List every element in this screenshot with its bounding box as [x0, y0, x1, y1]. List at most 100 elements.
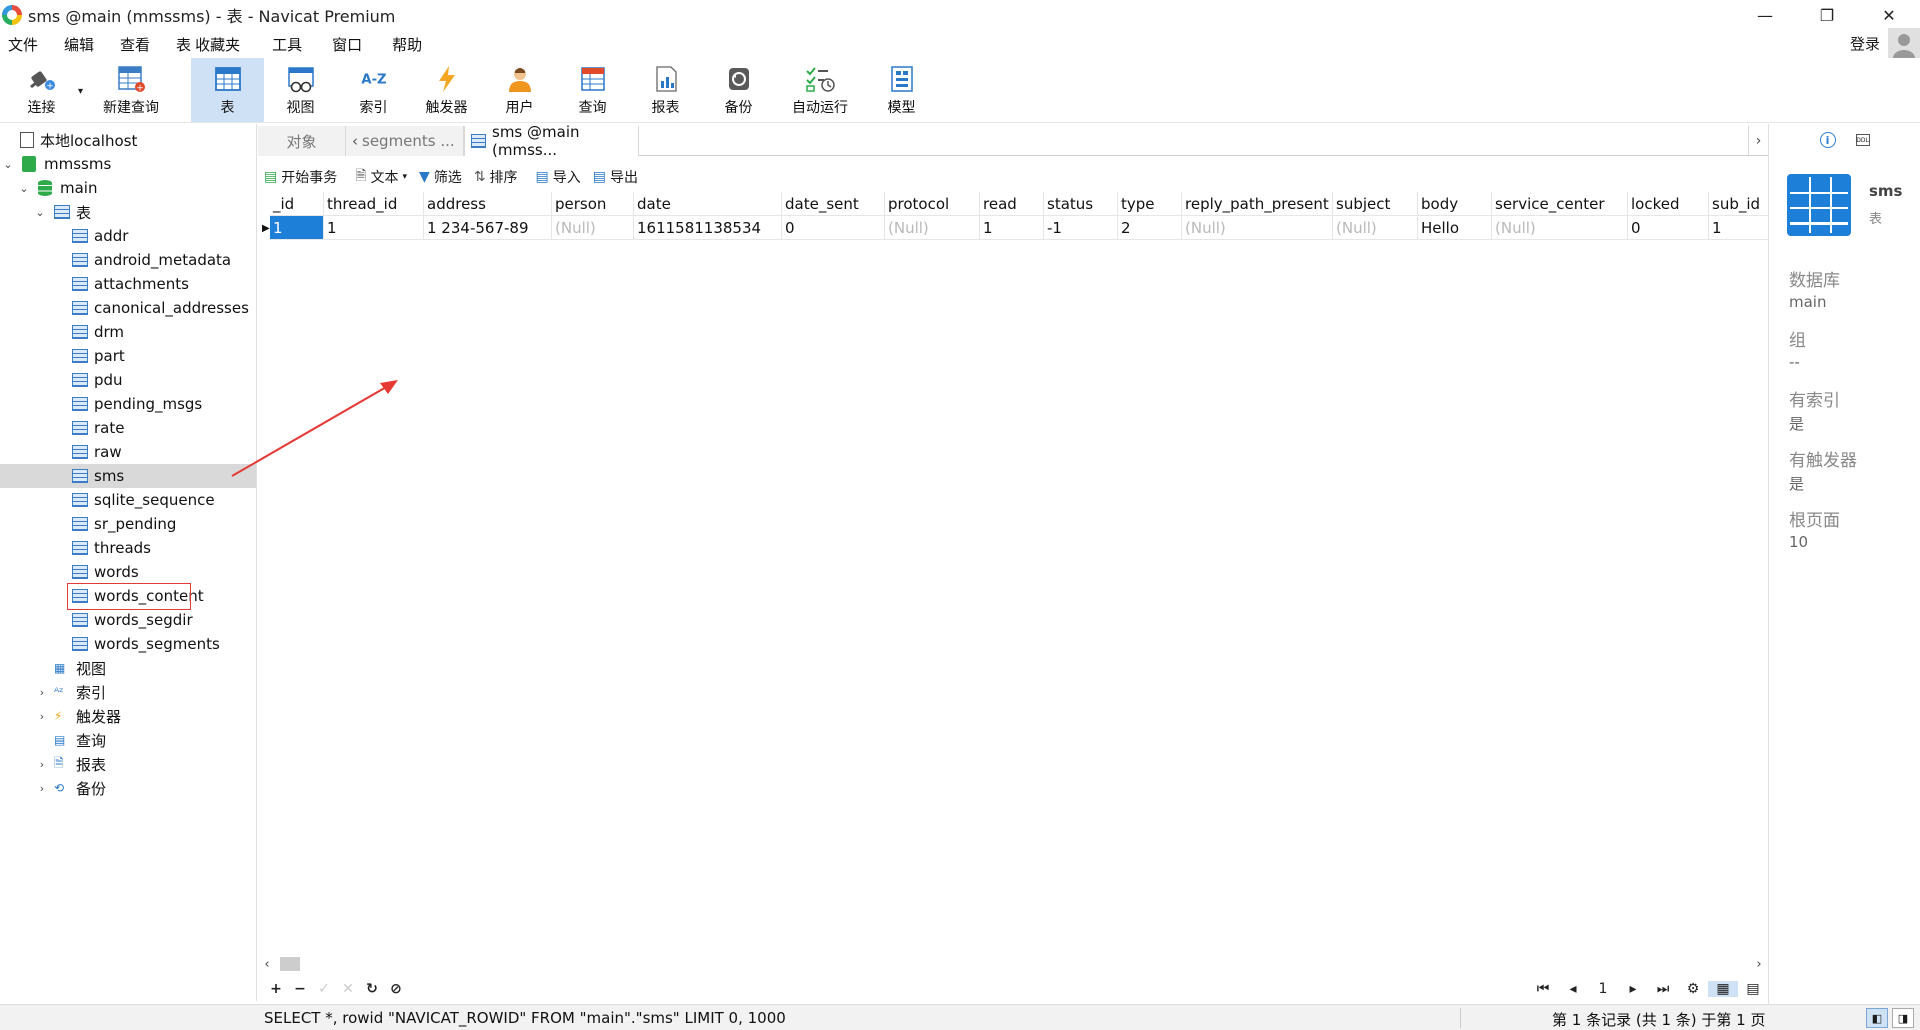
info-icon[interactable]: i: [1819, 132, 1836, 148]
chevron-down-icon[interactable]: ⌄: [2, 158, 14, 171]
refresh-icon[interactable]: ↻: [360, 981, 384, 997]
maximize-button[interactable]: ❐: [1796, 0, 1858, 30]
table-cell[interactable]: Hello: [1418, 216, 1492, 240]
chevron-right-icon[interactable]: ›: [36, 782, 48, 795]
minimize-button[interactable]: —: [1734, 0, 1796, 30]
tree-group-item[interactable]: › ⟲ 备份: [0, 776, 256, 800]
first-page-icon[interactable]: ⏮: [1528, 981, 1558, 997]
column-header[interactable]: date: [634, 192, 782, 216]
tree-group-item[interactable]: ▦ 视图: [0, 656, 256, 680]
chevron-right-icon[interactable]: ›: [36, 758, 48, 771]
table-cell[interactable]: 1: [980, 216, 1044, 240]
column-header[interactable]: subject: [1333, 192, 1418, 216]
tree-table-item[interactable]: sms: [0, 464, 256, 488]
tab-sms[interactable]: sms @main (mmss...: [464, 123, 639, 159]
tree-schema[interactable]: ⌄ main: [0, 176, 256, 200]
column-header[interactable]: type: [1118, 192, 1182, 216]
table-cell[interactable]: 1611581138534: [634, 216, 782, 240]
table-cell[interactable]: 2: [1118, 216, 1182, 240]
chevron-right-icon[interactable]: ›: [36, 710, 48, 723]
column-header[interactable]: service_center: [1492, 192, 1628, 216]
column-header[interactable]: address: [424, 192, 552, 216]
user-button[interactable]: 用户: [483, 58, 556, 122]
table-cell[interactable]: (Null): [1492, 216, 1628, 240]
tree-tables-group[interactable]: ⌄ 表: [0, 200, 256, 224]
tree-table-item[interactable]: words_segments: [0, 632, 256, 656]
tree-group-item[interactable]: › 🗎 报表: [0, 752, 256, 776]
grid-view-icon[interactable]: ▦: [1708, 981, 1738, 997]
menu-file[interactable]: 文件: [0, 34, 48, 55]
connect-dropdown-icon[interactable]: ▾: [78, 58, 86, 122]
table-cell[interactable]: (Null): [885, 216, 980, 240]
column-header[interactable]: sub_id: [1709, 192, 1769, 216]
column-header[interactable]: status: [1044, 192, 1118, 216]
table-cell[interactable]: (Null): [552, 216, 634, 240]
tree-table-item[interactable]: android_metadata: [0, 248, 256, 272]
menu-window[interactable]: 窗口: [324, 34, 372, 55]
tree-table-item[interactable]: canonical_addresses: [0, 296, 256, 320]
trigger-button[interactable]: 触发器: [410, 58, 483, 122]
table-cell[interactable]: (Null): [1333, 216, 1418, 240]
report-button[interactable]: 报表: [629, 58, 702, 122]
next-page-icon[interactable]: ▸: [1618, 981, 1648, 997]
tree-group-item[interactable]: › ⚡ 触发器: [0, 704, 256, 728]
filter-button[interactable]: ▼ 筛选: [419, 167, 462, 187]
tree-table-item[interactable]: pending_msgs: [0, 392, 256, 416]
horizontal-scrollbar[interactable]: ‹ ›: [258, 955, 1768, 973]
toggle-left-pane-icon[interactable]: ◧: [1866, 1008, 1888, 1028]
menu-tools[interactable]: 工具: [264, 34, 312, 55]
automation-button[interactable]: 自动运行: [775, 58, 865, 122]
scroll-right-icon[interactable]: ›: [1750, 955, 1768, 973]
column-header[interactable]: date_sent: [782, 192, 885, 216]
tree-table-item[interactable]: pdu: [0, 368, 256, 392]
login-link[interactable]: 登录: [1850, 33, 1880, 54]
chevron-down-icon[interactable]: ⌄: [18, 182, 30, 195]
table-cell[interactable]: 1: [324, 216, 424, 240]
close-button[interactable]: ✕: [1858, 0, 1920, 30]
add-record-icon[interactable]: +: [264, 981, 288, 997]
sort-button[interactable]: ⇅ 排序: [474, 167, 518, 187]
delete-record-icon[interactable]: −: [288, 981, 312, 997]
chevron-down-icon[interactable]: ⌄: [34, 206, 46, 219]
table-cell[interactable]: 0: [782, 216, 885, 240]
menu-table[interactable]: 表: [168, 34, 195, 55]
tree-table-item[interactable]: addr: [0, 224, 256, 248]
menu-help[interactable]: 帮助: [384, 34, 432, 55]
index-button[interactable]: A-Z 索引: [337, 58, 410, 122]
tree-table-item[interactable]: rate: [0, 416, 256, 440]
previous-page-icon[interactable]: ◂: [1558, 981, 1588, 997]
column-header[interactable]: _id: [270, 192, 324, 216]
table-cell[interactable]: 1: [1709, 216, 1769, 240]
table-button[interactable]: 表: [191, 58, 264, 122]
menu-view[interactable]: 查看: [112, 34, 160, 55]
tree-table-item[interactable]: raw: [0, 440, 256, 464]
column-header[interactable]: read: [980, 192, 1044, 216]
table-cell[interactable]: 0: [1628, 216, 1709, 240]
view-button[interactable]: 视图: [264, 58, 337, 122]
chevron-right-icon[interactable]: ›: [36, 686, 48, 699]
tree-table-item[interactable]: part: [0, 344, 256, 368]
scroll-thumb[interactable]: [280, 957, 300, 971]
table-row[interactable]: 111 234-567-89 (Null) 1611581138534 0 (Null)…: [270, 216, 1769, 240]
tree-table-item[interactable]: drm: [0, 320, 256, 344]
model-button[interactable]: 模型: [865, 58, 938, 122]
begin-transaction-button[interactable]: ▤ 开始事务: [264, 167, 337, 187]
chevron-left-icon[interactable]: ‹: [352, 132, 358, 150]
scroll-left-icon[interactable]: ‹: [258, 955, 276, 973]
tree-group-item[interactable]: › ᴬᶻ 索引: [0, 680, 256, 704]
connect-button[interactable]: + 连接: [5, 58, 78, 122]
tree-table-item[interactable]: sqlite_sequence: [0, 488, 256, 512]
table-cell[interactable]: (Null): [1182, 216, 1333, 240]
query-button[interactable]: 查询: [556, 58, 629, 122]
new-query-button[interactable]: + 新建查询: [86, 58, 176, 122]
avatar[interactable]: [1888, 28, 1920, 60]
import-button[interactable]: ▤ 导入: [536, 167, 581, 187]
tree-table-item[interactable]: attachments: [0, 272, 256, 296]
chevron-right-icon[interactable]: ›: [1748, 126, 1768, 156]
ddl-icon[interactable]: DDL: [1855, 134, 1870, 146]
column-header[interactable]: reply_path_present: [1182, 192, 1333, 216]
settings-gear-icon[interactable]: ⚙: [1678, 981, 1708, 997]
table-cell[interactable]: 1: [270, 216, 324, 240]
column-header[interactable]: thread_id: [324, 192, 424, 216]
tree-table-item[interactable]: words: [0, 560, 256, 584]
